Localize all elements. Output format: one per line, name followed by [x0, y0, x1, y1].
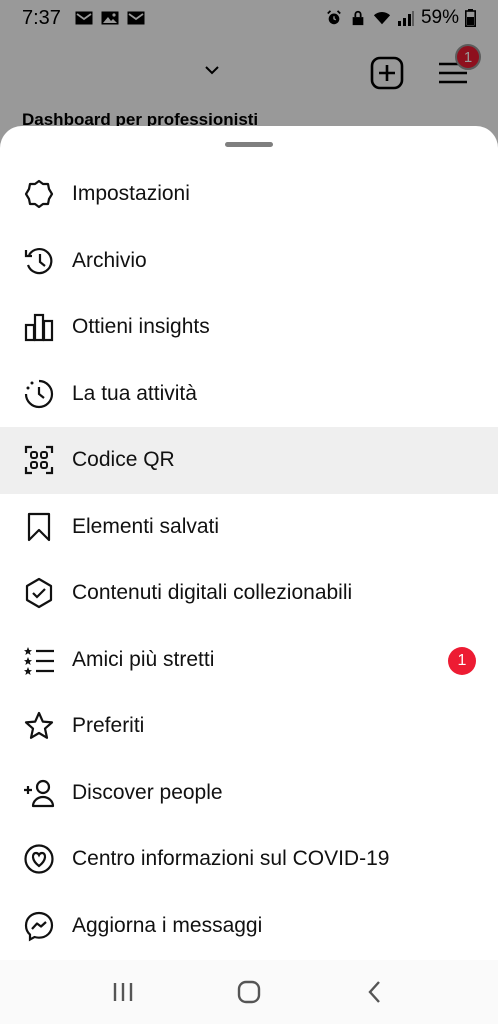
activity-icon: [22, 377, 56, 411]
messenger-icon: [22, 909, 56, 943]
menu-item-settings[interactable]: Impostazioni: [0, 161, 498, 228]
archive-icon: [22, 244, 56, 278]
menu-item-label: Ottieni insights: [72, 315, 210, 339]
menu-item-favorites[interactable]: Preferiti: [0, 693, 498, 760]
menu-item-covid-info[interactable]: Centro informazioni sul COVID-19: [0, 826, 498, 893]
menu-item-collectibles[interactable]: Contenuti digitali collezionabili: [0, 560, 498, 627]
star-icon: [22, 709, 56, 743]
menu-list: Impostazioni Archivio Ottieni insights L…: [0, 161, 498, 959]
menu-item-label: Contenuti digitali collezionabili: [72, 581, 353, 605]
settings-icon: [22, 177, 56, 211]
drag-handle[interactable]: [225, 142, 273, 147]
menu-item-label: Centro informazioni sul COVID-19: [72, 847, 390, 871]
menu-item-saved[interactable]: Elementi salvati: [0, 494, 498, 561]
home-icon: [237, 980, 261, 1004]
bottom-sheet: Impostazioni Archivio Ottieni insights L…: [0, 126, 498, 1024]
menu-item-label: Discover people: [72, 780, 223, 804]
bookmark-icon: [22, 510, 56, 544]
recent-apps-button[interactable]: [103, 972, 143, 1012]
menu-item-label: Aggiorna i messaggi: [72, 913, 263, 937]
menu-item-insights[interactable]: Ottieni insights: [0, 294, 498, 361]
menu-item-qr-code[interactable]: Codice QR: [0, 427, 498, 494]
back-icon: [368, 981, 380, 1003]
menu-item-label: Archivio: [72, 248, 147, 272]
menu-item-label: Codice QR: [72, 448, 175, 472]
menu-item-close-friends[interactable]: Amici più stretti 1: [0, 627, 498, 694]
recent-apps-icon: [113, 983, 133, 1001]
notification-badge: 1: [448, 646, 476, 675]
menu-item-update-messages[interactable]: Aggiorna i messaggi: [0, 893, 498, 960]
menu-item-your-activity[interactable]: La tua attività: [0, 361, 498, 428]
menu-item-label: Elementi salvati: [72, 514, 220, 538]
menu-item-label: La tua attività: [72, 381, 197, 405]
menu-item-label: Preferiti: [72, 714, 145, 738]
close-friends-icon: [22, 643, 56, 677]
add-person-icon: [22, 776, 56, 810]
system-nav-bar: [0, 960, 498, 1024]
insights-icon: [22, 310, 56, 344]
qr-code-icon: [22, 443, 56, 477]
shield-check-icon: [22, 576, 56, 610]
covid-info-icon: [22, 842, 56, 876]
menu-item-label: Amici più stretti: [72, 647, 215, 671]
menu-item-label: Impostazioni: [72, 182, 190, 206]
back-button[interactable]: [355, 972, 395, 1012]
menu-item-discover-people[interactable]: Discover people: [0, 760, 498, 827]
menu-item-archive[interactable]: Archivio: [0, 228, 498, 295]
home-button[interactable]: [229, 972, 269, 1012]
